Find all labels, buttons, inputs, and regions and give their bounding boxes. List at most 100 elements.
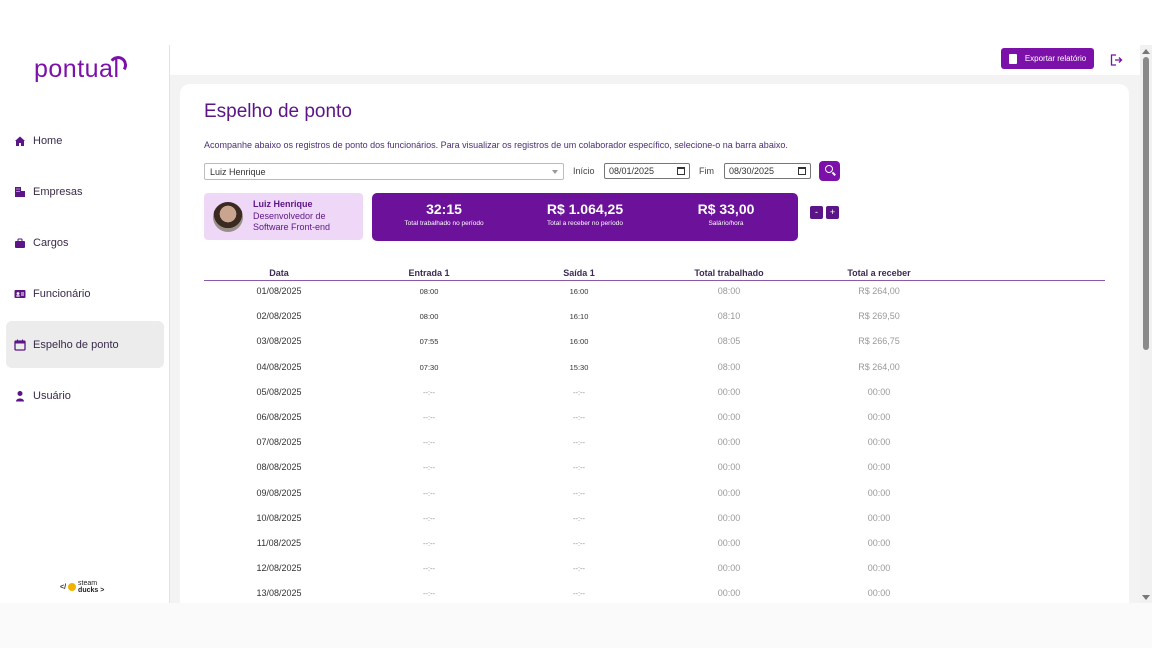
avatar <box>213 202 243 232</box>
cell-total-trabalhado: 08:10 <box>717 311 741 322</box>
cell-date: 05/08/2025 <box>256 386 302 397</box>
table-row: 08/08/2025 --:-- --:-- 00:00 00:00 <box>204 462 1105 487</box>
end-date-label: Fim <box>699 166 714 176</box>
employee-select[interactable]: Luiz Henrique <box>204 163 564 180</box>
app-logo[interactable]: pontual <box>34 54 128 84</box>
table-row: 10/08/2025 --:-- --:-- 00:00 00:00 <box>204 513 1105 538</box>
column-header-data: Data <box>269 268 289 278</box>
sidebar-item-usuario[interactable]: Usuário <box>6 372 164 419</box>
end-date-input[interactable]: 08/30/2025 <box>724 163 811 179</box>
zoom-in-button[interactable]: + <box>826 206 839 219</box>
cell-total-receber: 00:00 <box>867 588 891 599</box>
table-row: 02/08/2025 08:00 16:10 08:10 R$ 269,50 <box>204 311 1105 336</box>
employee-card: Luiz Henrique Desenvolvedor de Software … <box>204 193 363 240</box>
footer-brand-line2: ducks > <box>78 587 105 594</box>
search-button[interactable] <box>819 161 840 181</box>
sidebar: pontual Home Empresas Cargos Funcionário… <box>0 45 170 603</box>
column-header-saida: Saída 1 <box>563 268 595 278</box>
document-icon <box>1008 53 1017 64</box>
chevron-down-icon <box>552 170 558 174</box>
calendar-picker-icon[interactable] <box>677 167 685 175</box>
footer-brand-text: steam ducks > <box>78 580 104 594</box>
cell-total-receber: R$ 266,75 <box>858 336 900 347</box>
sidebar-item-espelho-de-ponto[interactable]: Espelho de ponto <box>6 321 164 368</box>
cell-entrada: --:-- <box>422 488 436 498</box>
export-report-button[interactable]: Exportar relatório <box>1001 48 1094 69</box>
start-date-input[interactable]: 08/01/2025 <box>604 163 690 179</box>
end-date-value: 08/30/2025 <box>729 166 775 176</box>
cell-total-receber: R$ 264,00 <box>858 361 900 372</box>
stat-hourly-value: R$ 33,00 <box>697 201 755 217</box>
cell-saida: --:-- <box>572 488 586 498</box>
cell-total-trabalhado: 00:00 <box>717 412 741 422</box>
sidebar-item-funcionario[interactable]: Funcionário <box>6 270 164 317</box>
cell-total-trabalhado: 00:00 <box>717 588 741 599</box>
cell-date: 01/08/2025 <box>256 286 302 296</box>
stat-receive-value: R$ 1.064,25 <box>546 201 624 217</box>
cell-date: 07/08/2025 <box>256 437 302 448</box>
building-icon <box>14 186 26 198</box>
scrollbar-thumb[interactable] <box>1143 57 1149 350</box>
stat-worked-value: 32:15 <box>426 201 462 217</box>
employee-name: Luiz Henrique <box>253 199 313 209</box>
sidebar-item-label: Cargos <box>33 236 69 249</box>
cell-saida: 16:00 <box>569 287 589 296</box>
calendar-picker-icon[interactable] <box>798 167 806 175</box>
table-row: 11/08/2025 --:-- --:-- 00:00 00:00 <box>204 538 1105 563</box>
zoom-out-button[interactable]: - <box>810 206 823 219</box>
cell-total-trabalhado: 00:00 <box>717 487 741 498</box>
cell-date: 12/08/2025 <box>256 563 302 574</box>
logout-icon[interactable] <box>1109 52 1123 66</box>
cell-total-trabalhado: 00:00 <box>717 437 741 448</box>
cell-entrada: --:-- <box>422 438 436 448</box>
table-row: 09/08/2025 --:-- --:-- 00:00 00:00 <box>204 488 1105 513</box>
sidebar-nav: Home Empresas Cargos Funcionário Espelho… <box>6 117 164 423</box>
cell-saida: --:-- <box>572 463 586 473</box>
cell-saida: --:-- <box>572 438 586 448</box>
scroll-up-icon[interactable] <box>1142 49 1150 54</box>
search-icon-handle <box>832 171 836 176</box>
cell-total-receber: 00:00 <box>867 437 891 448</box>
table-row: 04/08/2025 07:30 15:30 08:00 R$ 264,00 <box>204 362 1105 387</box>
sidebar-item-label: Espelho de ponto <box>33 338 119 351</box>
cell-saida: --:-- <box>572 564 586 574</box>
start-date-value: 08/01/2025 <box>609 166 655 176</box>
stat-worked: 32:15 Total trabalhado no período <box>384 201 504 227</box>
cell-saida: --:-- <box>572 513 586 523</box>
cell-total-trabalhado: 08:05 <box>717 336 741 347</box>
sidebar-item-cargos[interactable]: Cargos <box>6 219 164 266</box>
cell-total-trabalhado: 00:00 <box>717 563 741 574</box>
cell-date: 10/08/2025 <box>256 512 302 523</box>
cell-total-receber: 00:00 <box>867 538 891 548</box>
table-row: 12/08/2025 --:-- --:-- 00:00 00:00 <box>204 563 1105 588</box>
summary-stats: 32:15 Total trabalhado no período R$ 1.0… <box>372 193 798 241</box>
cell-date: 03/08/2025 <box>256 336 302 347</box>
page-subtitle: Acompanhe abaixo os registros de ponto d… <box>204 140 788 150</box>
cell-saida: --:-- <box>572 589 586 599</box>
cell-total-trabalhado: 00:00 <box>717 512 741 523</box>
cell-total-receber: 00:00 <box>867 487 891 498</box>
table-row: 06/08/2025 --:-- --:-- 00:00 00:00 <box>204 412 1105 437</box>
main-card: Espelho de ponto Acompanhe abaixo os reg… <box>180 84 1129 603</box>
employee-role: Desenvolvedor de Software Front-end <box>253 211 331 232</box>
start-date-label: Início <box>573 166 595 176</box>
cell-entrada: --:-- <box>422 564 436 574</box>
table-row: 01/08/2025 08:00 16:00 08:00 R$ 264,00 <box>204 286 1105 311</box>
employee-select-value: Luiz Henrique <box>210 167 266 177</box>
cell-date: 06/08/2025 <box>256 412 302 422</box>
vertical-scrollbar[interactable] <box>1140 45 1152 603</box>
id-card-icon <box>14 288 26 300</box>
cell-entrada: --:-- <box>422 463 436 473</box>
cell-entrada: 08:00 <box>419 312 439 322</box>
stat-hourly-caption: Salário/hora <box>708 220 744 227</box>
cell-date: 02/08/2025 <box>256 311 302 322</box>
cell-total-receber: 00:00 <box>867 512 891 523</box>
scroll-down-icon[interactable] <box>1142 595 1150 600</box>
cell-date: 13/08/2025 <box>256 588 302 599</box>
cell-total-receber: R$ 269,50 <box>858 311 900 322</box>
cell-date: 09/08/2025 <box>256 487 302 498</box>
cell-date: 04/08/2025 <box>256 361 302 372</box>
table-row: 07/08/2025 --:-- --:-- 00:00 00:00 <box>204 437 1105 462</box>
sidebar-item-empresas[interactable]: Empresas <box>6 168 164 215</box>
sidebar-item-home[interactable]: Home <box>6 117 164 164</box>
